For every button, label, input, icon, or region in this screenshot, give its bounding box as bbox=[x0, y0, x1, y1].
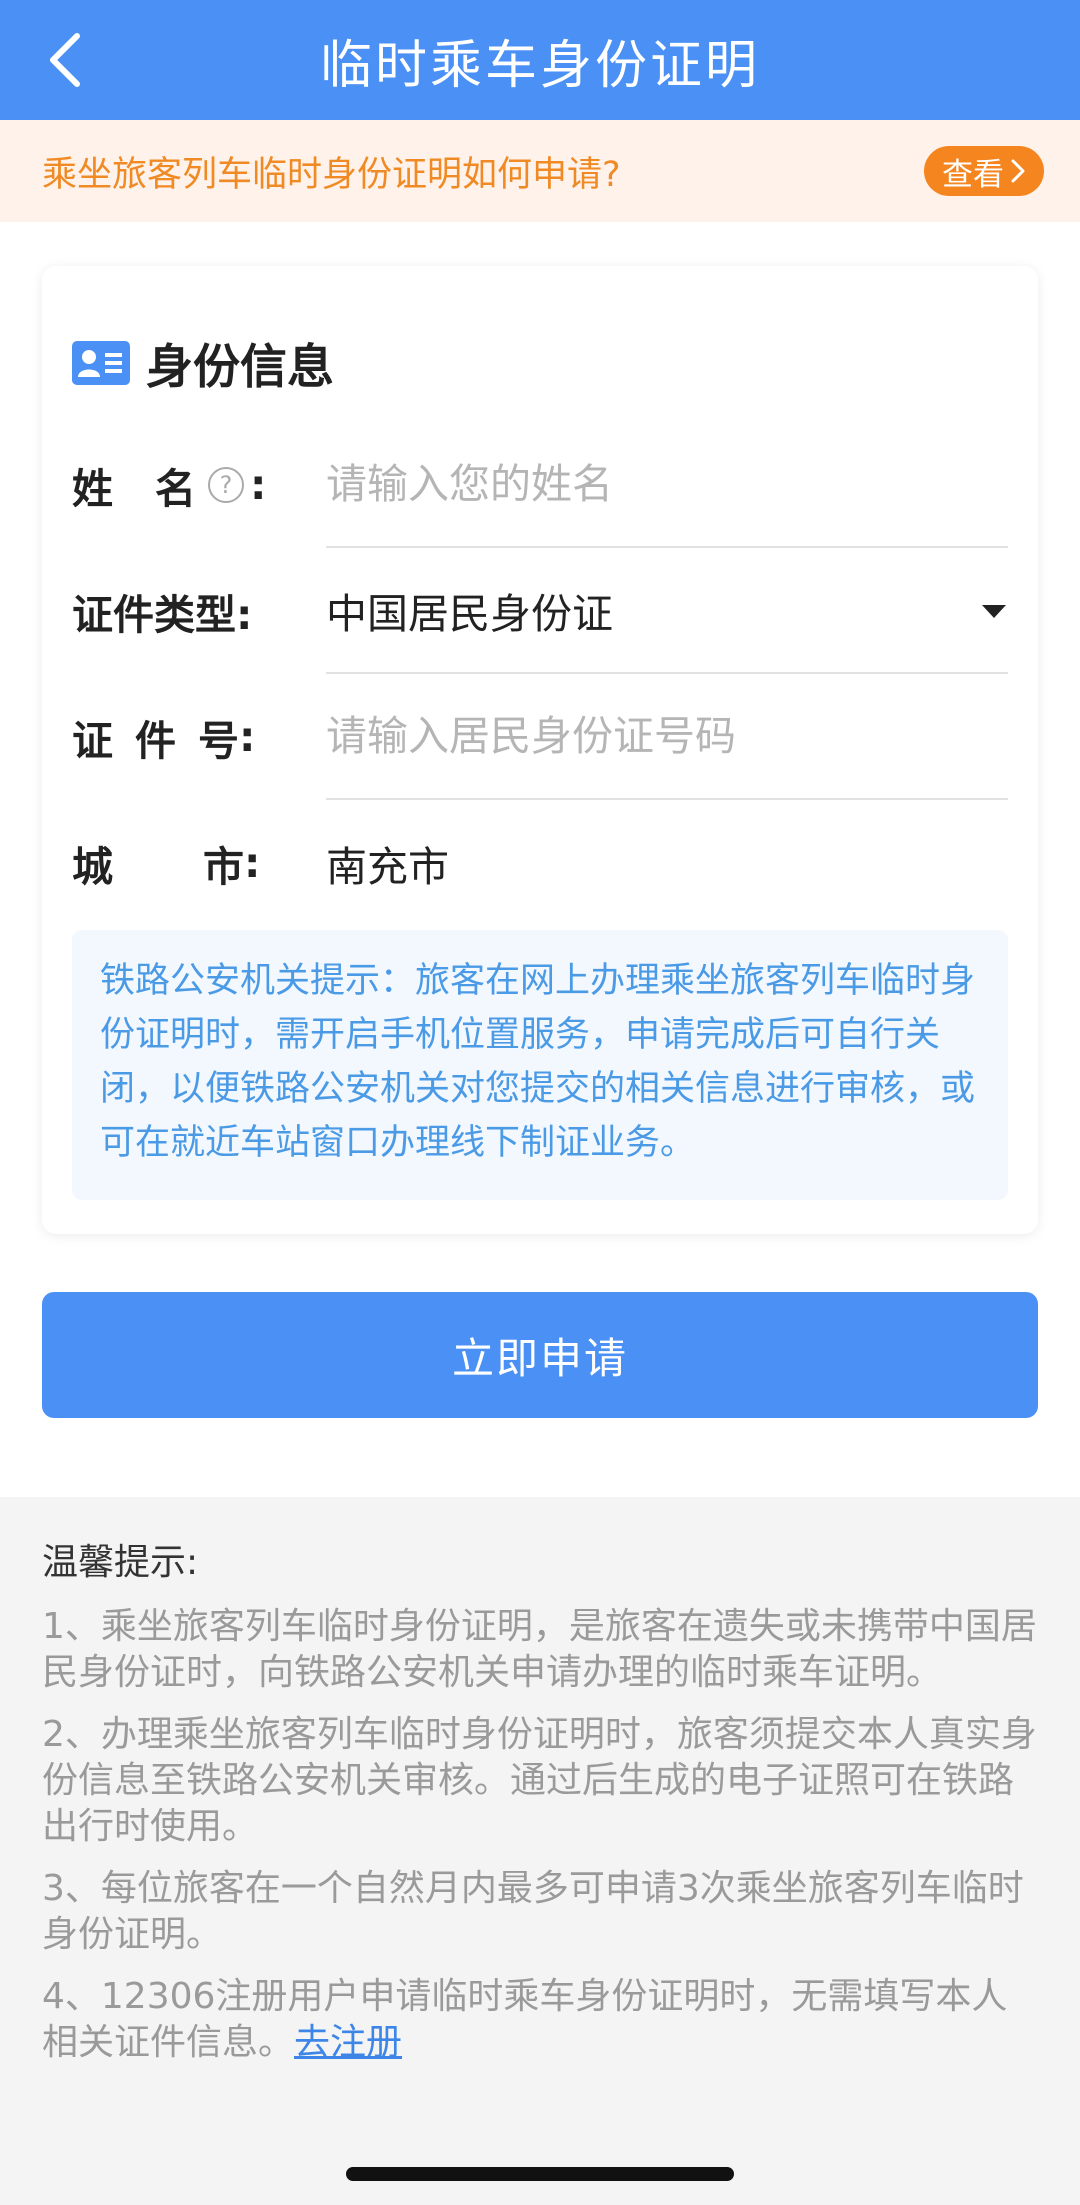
name-label-char: 名 bbox=[155, 465, 196, 513]
city-label-colon: : bbox=[244, 839, 261, 887]
id-type-row[interactable]: 证件类型: 中国居民身份证 bbox=[72, 548, 1008, 674]
id-type-select[interactable]: 中国居民身份证 bbox=[326, 548, 1008, 674]
register-link[interactable]: 去注册 bbox=[294, 2022, 402, 2063]
name-field-wrapper bbox=[326, 422, 1008, 548]
name-label-colon: : bbox=[250, 461, 267, 509]
id-number-field-wrapper bbox=[326, 674, 1008, 800]
tips-section: 温馨提示: 1、乘坐旅客列车临时身份证明，是旅客在遗失或未携带中国居民身份证时，… bbox=[42, 1540, 1042, 2082]
view-button[interactable]: 查看 bbox=[924, 146, 1044, 196]
tip-item-last: 4、12306注册用户申请临时乘车身份证明时，无需填写本人相关证件信息。去注册 bbox=[42, 1974, 1042, 2066]
id-number-label-char: 件 bbox=[135, 717, 176, 765]
city-label-char: 市 bbox=[203, 843, 244, 891]
back-button[interactable] bbox=[30, 22, 100, 98]
name-label: 姓 名 ? : bbox=[72, 422, 302, 548]
city-row: 城 市 : 南充市 bbox=[72, 800, 1008, 926]
home-indicator[interactable] bbox=[346, 2167, 734, 2181]
help-icon[interactable]: ? bbox=[208, 467, 244, 503]
id-number-row: 证 件 号 : bbox=[72, 674, 1008, 800]
id-number-input[interactable] bbox=[326, 712, 1008, 760]
id-card-icon bbox=[72, 340, 130, 385]
id-number-label: 证 件 号 : bbox=[72, 674, 302, 800]
id-type-value: 中国居民身份证 bbox=[326, 590, 613, 638]
card-header: 身份信息 bbox=[72, 328, 334, 397]
tip-item: 1、乘坐旅客列车临时身份证明，是旅客在遗失或未携带中国居民身份证时，向铁路公安机… bbox=[42, 1606, 1037, 1693]
id-number-label-char: 证 bbox=[72, 717, 113, 765]
id-type-label: 证件类型: bbox=[72, 591, 253, 639]
id-number-label-colon: : bbox=[239, 713, 256, 761]
name-label-char: 姓 bbox=[72, 465, 113, 513]
card-title: 身份信息 bbox=[146, 340, 334, 395]
tip-item: 3、每位旅客在一个自然月内最多可申请3次乘坐旅客列车临时身份证明。 bbox=[42, 1868, 1024, 1955]
city-value: 南充市 bbox=[326, 843, 449, 891]
police-hint: 铁路公安机关提示：旅客在网上办理乘坐旅客列车临时身份证明时，需开启手机位置服务，… bbox=[72, 930, 1008, 1200]
city-label: 城 市 : bbox=[72, 800, 302, 926]
tips-title: 温馨提示: bbox=[42, 1542, 199, 1583]
tip-item: 2、办理乘坐旅客列车临时身份证明时，旅客须提交本人真实身份信息至铁路公安机关审核… bbox=[42, 1714, 1037, 1847]
caret-down-icon bbox=[982, 605, 1006, 618]
notice-text: 乘坐旅客列车临时身份证明如何申请? bbox=[42, 154, 621, 195]
city-label-char: 城 bbox=[72, 843, 113, 891]
id-number-label-char: 号 bbox=[198, 717, 239, 765]
view-button-label: 查看 bbox=[942, 156, 1004, 193]
page-title: 临时乘车身份证明 bbox=[319, 35, 760, 96]
notice-bar: 乘坐旅客列车临时身份证明如何申请? 查看 bbox=[0, 120, 1080, 222]
identity-card: 身份信息 姓 名 ? : 证件类型: 中国居民身份证 证 件 号 : bbox=[42, 266, 1038, 1234]
tip-item-text: 4、12306注册用户申请临时乘车身份证明时，无需填写本人相关证件信息。 bbox=[42, 1976, 1008, 2063]
name-row: 姓 名 ? : bbox=[72, 422, 1008, 548]
chevron-left-icon bbox=[50, 33, 80, 87]
apply-button[interactable]: 立即申请 bbox=[42, 1292, 1038, 1418]
chevron-right-icon bbox=[1011, 159, 1025, 183]
name-input[interactable] bbox=[326, 460, 1008, 508]
app-header: 临时乘车身份证明 bbox=[0, 0, 1080, 120]
